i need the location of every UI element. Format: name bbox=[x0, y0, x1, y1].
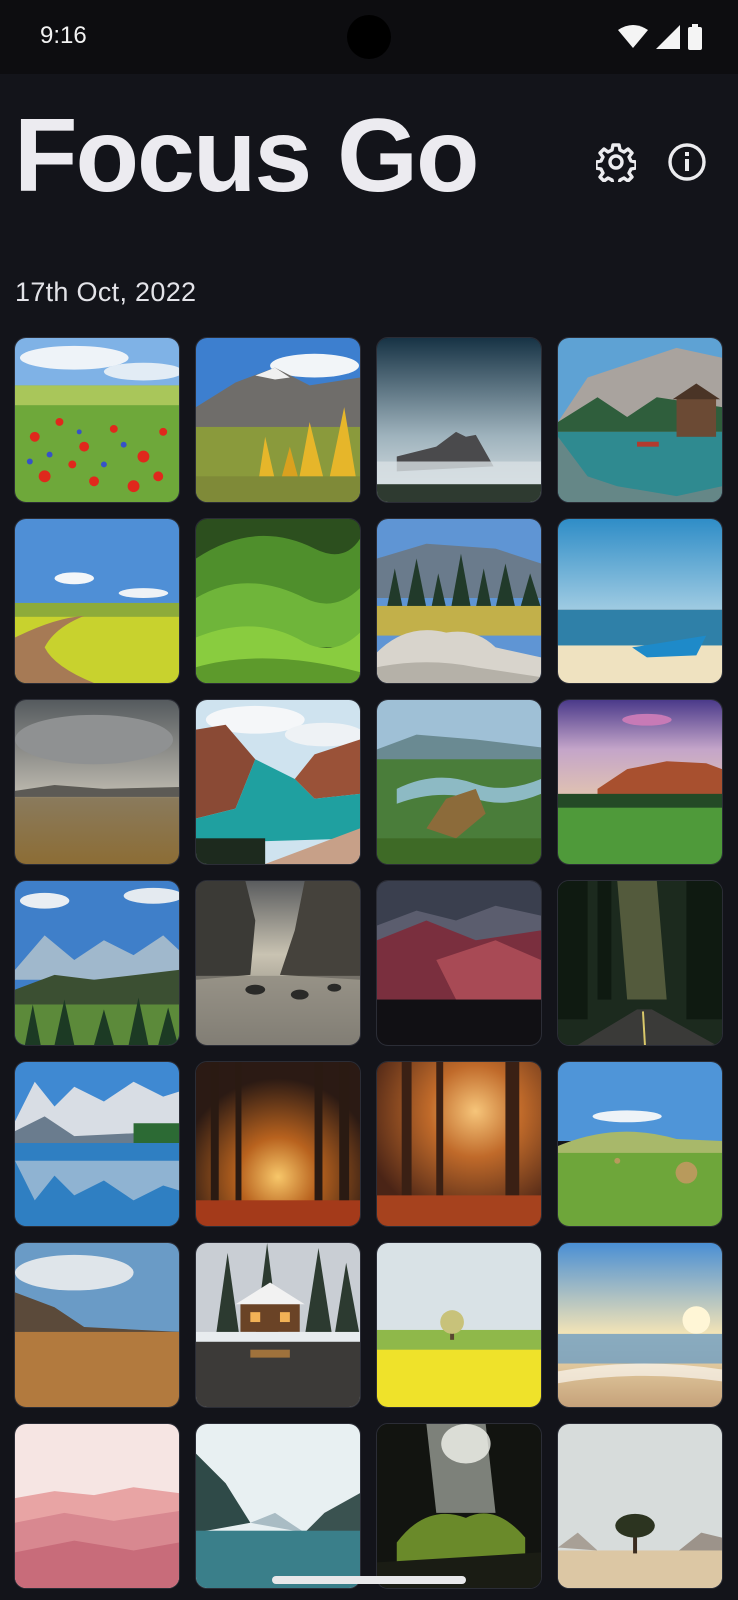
wallpaper-tile-cave-light[interactable] bbox=[376, 1423, 542, 1589]
wallpaper-tile-pine-forest-rocks[interactable] bbox=[376, 518, 542, 684]
status-time: 9:16 bbox=[40, 22, 87, 49]
wallpaper-tile-glowing-forest[interactable] bbox=[195, 1061, 361, 1227]
wifi-icon bbox=[618, 25, 648, 48]
wallpaper-tile-yellow-field-tree[interactable] bbox=[376, 1242, 542, 1408]
wallpaper-tile-green-hills[interactable] bbox=[195, 518, 361, 684]
wallpaper-tile-turquoise-river[interactable] bbox=[195, 699, 361, 865]
wallpaper-tile-poppy-field[interactable] bbox=[14, 337, 180, 503]
camera-cutout bbox=[347, 15, 391, 59]
wallpaper-tile-purple-dusk-mesa[interactable] bbox=[557, 699, 723, 865]
wallpaper-tile-river-canyon[interactable] bbox=[376, 699, 542, 865]
gear-icon bbox=[596, 143, 636, 182]
status-icons bbox=[618, 24, 702, 50]
wallpaper-tile-beach-boat[interactable] bbox=[557, 518, 723, 684]
cell-signal-icon bbox=[656, 25, 680, 49]
wallpaper-tile-mountain-lake-reflection[interactable] bbox=[14, 1061, 180, 1227]
wallpaper-tile-autumn-mountain[interactable] bbox=[195, 337, 361, 503]
wallpaper-tile-snowy-cabin[interactable] bbox=[195, 1242, 361, 1408]
app-title: Focus Go bbox=[14, 98, 480, 214]
wallpaper-tile-pink-haze-hills[interactable] bbox=[14, 1423, 180, 1589]
wallpaper-tile-forest-road[interactable] bbox=[557, 880, 723, 1046]
wallpaper-tile-golden-grassland[interactable] bbox=[14, 1242, 180, 1408]
date-label: 17th Oct, 2022 bbox=[15, 277, 197, 307]
wallpaper-tile-desert-tree[interactable] bbox=[557, 1423, 723, 1589]
settings-button[interactable] bbox=[594, 140, 638, 184]
wallpaper-tile-stormy-prairie[interactable] bbox=[14, 699, 180, 865]
battery-icon bbox=[688, 24, 702, 50]
home-indicator[interactable] bbox=[272, 1576, 466, 1584]
info-icon bbox=[668, 143, 706, 181]
wallpaper-tile-glacial-lake[interactable] bbox=[195, 1423, 361, 1589]
wallpaper-tile-red-mountains[interactable] bbox=[376, 880, 542, 1046]
wallpaper-tile-sea-cliffs[interactable] bbox=[195, 880, 361, 1046]
wallpaper-tile-hay-bales-field[interactable] bbox=[557, 1061, 723, 1227]
wallpaper-tile-autumn-woods-sun[interactable] bbox=[376, 1061, 542, 1227]
wallpaper-tile-alpine-valley[interactable] bbox=[14, 880, 180, 1046]
wallpaper-tile-misty-peak[interactable] bbox=[376, 337, 542, 503]
wallpaper-grid bbox=[14, 337, 723, 1589]
info-button[interactable] bbox=[665, 140, 709, 184]
wallpaper-tile-lake-boathouse[interactable] bbox=[557, 337, 723, 503]
status-bar: 9:16 bbox=[0, 0, 738, 74]
wallpaper-tile-sunset-beach[interactable] bbox=[557, 1242, 723, 1408]
wallpaper-tile-rapeseed-path[interactable] bbox=[14, 518, 180, 684]
